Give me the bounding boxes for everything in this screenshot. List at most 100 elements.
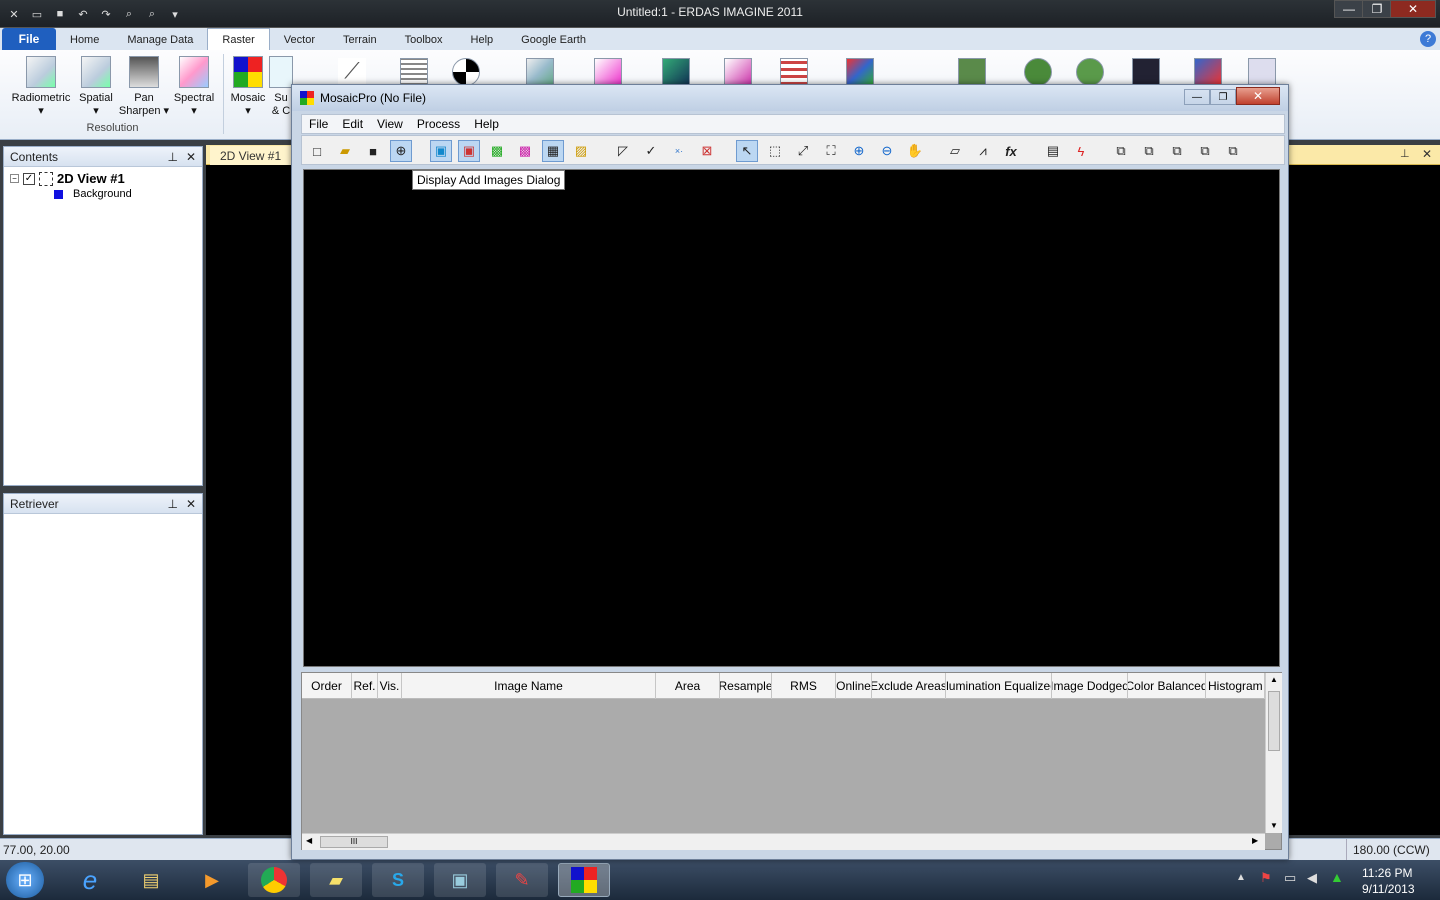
scroll-right-icon[interactable]: ▶ xyxy=(1252,836,1258,845)
open-folder-icon[interactable]: ▭ xyxy=(27,5,47,23)
menu-process[interactable]: Process xyxy=(410,117,467,131)
customize-icon[interactable]: ▾ xyxy=(165,5,185,23)
send-to-bottom-icon[interactable]: ⧉ xyxy=(1194,140,1216,162)
scroll-up-icon[interactable]: ▲ xyxy=(1270,675,1278,684)
scroll-thumb[interactable] xyxy=(1268,691,1280,751)
pin-icon[interactable]: ⊥ xyxy=(167,497,177,511)
zoom-icon[interactable]: ⌕ xyxy=(119,5,139,23)
close-icon[interactable]: ✕ xyxy=(186,150,196,164)
ribbon-tool-icon[interactable] xyxy=(594,58,622,86)
polyline-icon[interactable]: ✓ xyxy=(640,140,662,162)
select-box-icon[interactable]: ◸ xyxy=(612,140,634,162)
mosaicpro-taskbar-icon[interactable] xyxy=(558,863,610,897)
tree-node-background[interactable]: Background xyxy=(54,188,196,200)
menu-view[interactable]: View xyxy=(370,117,410,131)
grid-icon[interactable] xyxy=(400,58,428,86)
color-corrections-icon[interactable]: ▩ xyxy=(486,140,508,162)
seamline-icon[interactable]: ▣ xyxy=(458,140,480,162)
column-histogram-matched[interactable]: Histogram M xyxy=(1206,673,1265,699)
spectral-button[interactable]: Spectral ▾ xyxy=(168,56,220,118)
file-explorer-icon[interactable]: ▤ xyxy=(125,863,177,897)
action-center-icon[interactable]: ▭ xyxy=(1284,870,1296,886)
open-folder-icon[interactable]: ▰ xyxy=(334,140,356,162)
undo-icon[interactable]: ↶ xyxy=(73,5,93,23)
run-process-icon[interactable]: ϟ xyxy=(1070,140,1092,162)
measure-icon[interactable]: ⟋ xyxy=(338,58,366,86)
mosaic-canvas[interactable] xyxy=(303,169,1280,667)
send-up-icon[interactable]: ⧉ xyxy=(1138,140,1160,162)
send-down-icon[interactable]: ⧉ xyxy=(1166,140,1188,162)
column-color-balanced[interactable]: Color Balanced xyxy=(1128,673,1206,699)
media-player-icon[interactable]: ▶ xyxy=(186,863,238,897)
map-icon[interactable]: ▱ xyxy=(944,140,966,162)
image-area-icon[interactable]: ▣ xyxy=(430,140,452,162)
properties-icon[interactable]: ▤ xyxy=(1042,140,1064,162)
ribbon-tool-icon[interactable] xyxy=(1248,58,1276,86)
table-view-icon[interactable]: ▦ xyxy=(542,140,564,162)
scroll-down-icon[interactable]: ▼ xyxy=(1270,821,1278,830)
display-settings-icon[interactable]: ▣ xyxy=(434,863,486,897)
pan-icon[interactable]: ⌕ xyxy=(142,5,162,23)
reverse-order-icon[interactable]: ⧉ xyxy=(1222,140,1244,162)
radiometric-button[interactable]: Radiometric ▾ xyxy=(10,56,72,118)
tab-vector[interactable]: Vector xyxy=(270,30,329,50)
ribbon-tool-icon[interactable] xyxy=(526,58,554,86)
tab-2d-view[interactable]: 2D View #1 xyxy=(210,146,292,165)
ribbon-tool-icon[interactable] xyxy=(724,58,752,86)
erdas-icon[interactable]: ✎ xyxy=(496,863,548,897)
clock-time[interactable]: 11:26 PM xyxy=(1362,866,1412,880)
pin-icon[interactable]: ⊥ xyxy=(1400,147,1410,160)
output-options-icon[interactable]: ▨ xyxy=(570,140,592,162)
fit-icon[interactable]: ⤢ xyxy=(792,140,814,162)
tab-raster[interactable]: Raster xyxy=(207,28,270,50)
histogram-icon[interactable]: ⩘ xyxy=(972,140,994,162)
chrome-icon[interactable] xyxy=(248,863,300,897)
menu-edit[interactable]: Edit xyxy=(335,117,370,131)
zoom-in-icon[interactable]: ⊕ xyxy=(848,140,870,162)
start-button[interactable]: ⊞ xyxy=(6,862,44,898)
volume-muted-icon[interactable]: ◀ xyxy=(1307,870,1317,886)
function-icon[interactable]: fx xyxy=(1000,140,1022,162)
redo-icon[interactable]: ↷ xyxy=(96,5,116,23)
column-exclude-areas[interactable]: Exclude Areas xyxy=(872,673,946,699)
tab-manage-data[interactable]: Manage Data xyxy=(113,30,207,50)
tab-toolbox[interactable]: Toolbox xyxy=(391,30,457,50)
scroll-left-icon[interactable]: ◀ xyxy=(306,836,312,845)
tree-node-view[interactable]: − ✓ 2D View #1 xyxy=(10,171,196,186)
vertex-icon[interactable]: ×· xyxy=(668,140,690,162)
marquee-icon[interactable]: ⬚ xyxy=(764,140,786,162)
pin-icon[interactable]: ⊥ xyxy=(167,150,177,164)
pan-hand-icon[interactable]: ✋ xyxy=(904,140,926,162)
help-icon[interactable]: ? xyxy=(1420,31,1436,47)
add-images-icon[interactable]: ⊕ xyxy=(390,140,412,162)
sticky-notes-icon[interactable]: ▰ xyxy=(310,863,362,897)
column-order[interactable]: Order xyxy=(302,673,352,699)
network-error-icon[interactable]: ⚑ xyxy=(1260,870,1272,886)
scroll-thumb[interactable]: III xyxy=(320,836,388,848)
tab-home[interactable]: Home xyxy=(56,30,113,50)
save-icon[interactable]: ■ xyxy=(50,5,70,23)
minimize-button[interactable]: — xyxy=(1184,89,1210,105)
delete-icon[interactable]: ⊠ xyxy=(696,140,718,162)
column-area[interactable]: Area xyxy=(656,673,720,699)
column-illumination-equalized[interactable]: Illumination Equalized xyxy=(946,673,1052,699)
column-image-dodged[interactable]: Image Dodged xyxy=(1052,673,1128,699)
column-vis[interactable]: Vis. xyxy=(378,673,402,699)
clock-date[interactable]: 9/11/2013 xyxy=(1362,882,1415,896)
skype-icon[interactable]: S xyxy=(372,863,424,897)
extent-icon[interactable]: ⛶ xyxy=(820,140,842,162)
spatial-button[interactable]: Spatial ▾ xyxy=(70,56,122,118)
close-button[interactable]: ✕ xyxy=(1236,87,1280,105)
minimize-button[interactable]: — xyxy=(1334,0,1364,18)
ribbon-tool-icon[interactable] xyxy=(662,58,690,86)
ribbon-tool-icon[interactable] xyxy=(1024,58,1052,86)
show-hidden-icons-icon[interactable]: ▲ xyxy=(1236,872,1246,883)
collapse-icon[interactable]: − xyxy=(10,174,19,183)
close-button[interactable]: ✕ xyxy=(1390,0,1436,18)
vertical-scrollbar[interactable]: ▲ ▼ xyxy=(1265,673,1282,833)
send-to-top-icon[interactable]: ⧉ xyxy=(1110,140,1132,162)
restore-button[interactable]: ❐ xyxy=(1362,0,1392,18)
menu-help[interactable]: Help xyxy=(467,117,506,131)
mosaicpro-title-bar[interactable]: MosaicPro (No File) — ❐ ✕ xyxy=(292,85,1288,111)
checkbox-icon[interactable]: ✓ xyxy=(23,172,35,185)
